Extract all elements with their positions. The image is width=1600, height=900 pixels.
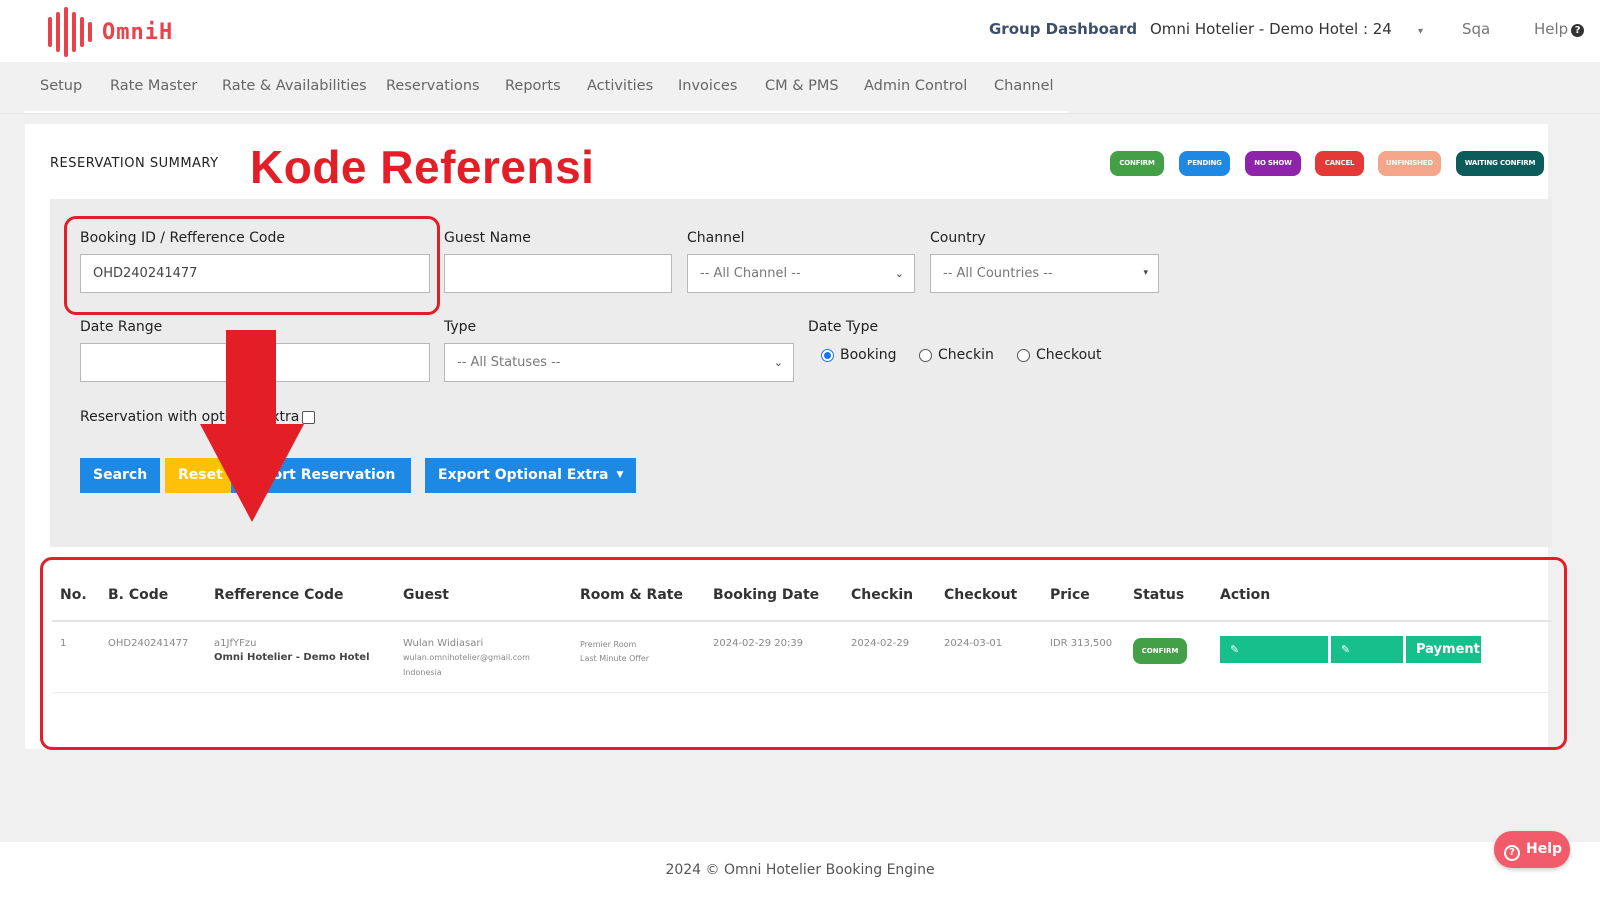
- menu-underline: [24, 111, 1068, 113]
- type-select[interactable]: -- All Statuses -- ⌄: [444, 343, 794, 382]
- legend-pending: PENDING: [1179, 151, 1230, 176]
- omnih-logo[interactable]: OmniH: [48, 7, 173, 57]
- channel-select[interactable]: -- All Channel -- ⌄: [687, 254, 915, 293]
- menu-setup[interactable]: Setup: [40, 78, 82, 94]
- dropdown-caret-icon: ▼: [616, 470, 624, 480]
- channel-label: Channel: [687, 230, 745, 246]
- type-label: Type: [444, 319, 477, 335]
- date-type-label: Date Type: [808, 319, 879, 335]
- date-range-label: Date Range: [80, 319, 163, 335]
- hotel-selector-caret-icon[interactable]: ▾: [1418, 26, 1423, 37]
- chevron-down-icon: ⌄: [773, 356, 783, 369]
- floating-help-button[interactable]: ? Help: [1494, 831, 1570, 868]
- main-menu: Setup Rate Master Rate & Availabilities …: [0, 62, 1600, 114]
- legend-no-show: NO SHOW: [1245, 151, 1301, 176]
- footer-copyright: 2024 © Omni Hotelier Booking Engine: [665, 862, 935, 878]
- radio-dot[interactable]: [919, 348, 932, 362]
- radio-booking[interactable]: Booking: [821, 347, 897, 363]
- menu-rate-availabilities[interactable]: Rate & Availabilities: [222, 78, 367, 94]
- menu-cm-pms[interactable]: CM & PMS: [765, 78, 839, 94]
- annotation-title: Kode Referensi: [250, 141, 595, 193]
- question-circle-icon: ?: [1504, 845, 1520, 861]
- user-menu[interactable]: Sqa: [1462, 20, 1490, 38]
- legend-unfinished: UNFINISHED: [1378, 151, 1441, 176]
- annotation-box-results: [40, 557, 1567, 750]
- menu-channel[interactable]: Channel: [994, 78, 1054, 94]
- radio-checkout[interactable]: Checkout: [1017, 347, 1102, 363]
- annotation-arrow-down-icon: [200, 330, 304, 522]
- group-dashboard-link[interactable]: Group Dashboard: [989, 20, 1137, 38]
- menu-admin-control[interactable]: Admin Control: [864, 78, 967, 94]
- legend-cancel: CANCEL: [1315, 151, 1364, 176]
- logo-bars-icon: [48, 7, 94, 57]
- menu-reports[interactable]: Reports: [505, 78, 561, 94]
- menu-reservations[interactable]: Reservations: [386, 78, 480, 94]
- radio-dot-selected[interactable]: [821, 348, 834, 362]
- export-optional-extra-button[interactable]: Export Optional Extra ▼: [425, 458, 637, 493]
- menu-invoices[interactable]: Invoices: [678, 78, 737, 94]
- page-title: RESERVATION SUMMARY: [50, 156, 219, 171]
- menu-activities[interactable]: Activities: [587, 78, 653, 94]
- country-select[interactable]: -- All Countries -- ▾: [930, 254, 1159, 293]
- guest-name-label: Guest Name: [444, 230, 531, 246]
- menu-rate-master[interactable]: Rate Master: [110, 78, 197, 94]
- radio-dot[interactable]: [1017, 348, 1030, 362]
- footer: 2024 © Omni Hotelier Booking Engine: [0, 842, 1600, 900]
- country-label: Country: [930, 230, 986, 246]
- top-header: OmniH Group Dashboard Omni Hotelier - De…: [0, 0, 1600, 62]
- help-link[interactable]: Help?: [1534, 20, 1585, 38]
- legend-waiting-confirm: WAITING CONFIRM: [1456, 151, 1544, 176]
- chevron-down-icon: ⌄: [894, 267, 904, 280]
- caret-down-icon: ▾: [1143, 268, 1148, 278]
- logo-text: OmniH: [102, 19, 174, 45]
- annotation-box-booking-id: [64, 216, 440, 315]
- search-button[interactable]: Search: [80, 458, 161, 493]
- hotel-selector[interactable]: Omni Hotelier - Demo Hotel : 24: [1150, 20, 1392, 38]
- legend-confirm: CONFIRM: [1110, 151, 1164, 176]
- radio-checkin[interactable]: Checkin: [919, 347, 994, 363]
- guest-name-input[interactable]: [444, 254, 672, 293]
- question-circle-icon: ?: [1571, 24, 1585, 37]
